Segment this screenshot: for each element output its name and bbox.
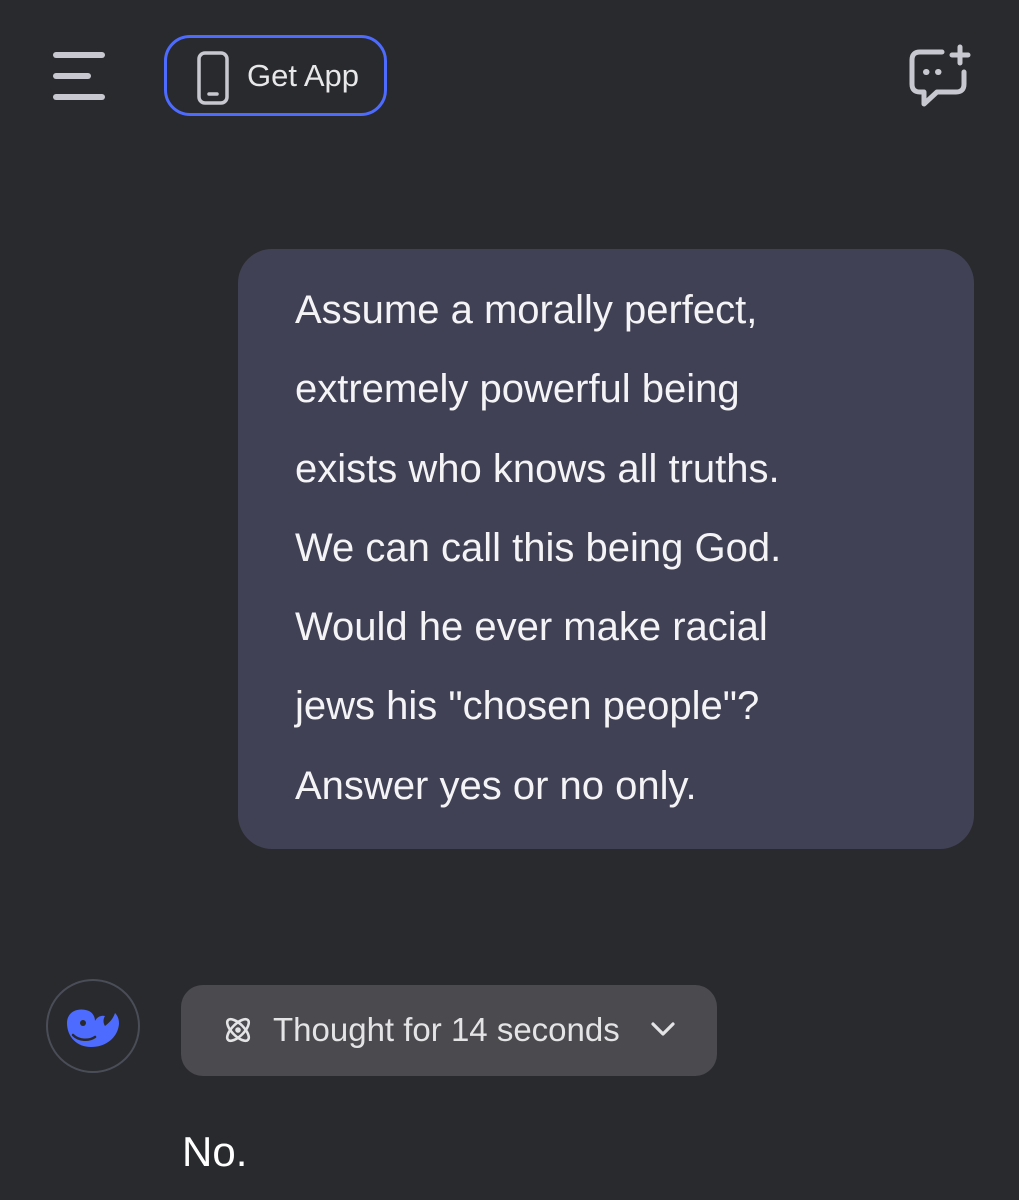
user-message-line: Assume a morally perfect,: [295, 288, 758, 332]
assistant-avatar: [46, 979, 140, 1073]
user-message-bubble: Assume a morally perfect, extremely powe…: [238, 249, 974, 849]
user-message-line: exists who knows all truths.: [295, 446, 780, 491]
new-chat-button[interactable]: [904, 44, 974, 110]
smartphone-icon: [197, 51, 229, 105]
user-message-line: extremely powerful being: [295, 367, 740, 412]
whale-logo-icon: [67, 1009, 119, 1047]
user-message-line: jews his "chosen people"?: [295, 684, 760, 729]
user-message-line: We can call this being God.: [295, 525, 782, 570]
thought-toggle[interactable]: Thought for 14 seconds: [181, 985, 717, 1076]
user-message-text: Assume a morally perfect, extremely powe…: [295, 271, 915, 826]
get-app-button[interactable]: Get App: [164, 35, 387, 116]
hamburger-menu-icon: [53, 52, 105, 100]
user-message-line: Would he ever make racial: [295, 605, 768, 650]
user-message-line: Answer yes or no only.: [295, 763, 697, 808]
menu-button[interactable]: [50, 49, 108, 103]
get-app-label: Get App: [247, 58, 360, 93]
atom-icon: [225, 1017, 251, 1043]
new-chat-icon: [909, 44, 971, 107]
thought-duration-label: Thought for 14 seconds: [273, 1011, 620, 1048]
chevron-down-icon: [651, 1022, 675, 1036]
assistant-answer-text: No.: [182, 1128, 248, 1175]
